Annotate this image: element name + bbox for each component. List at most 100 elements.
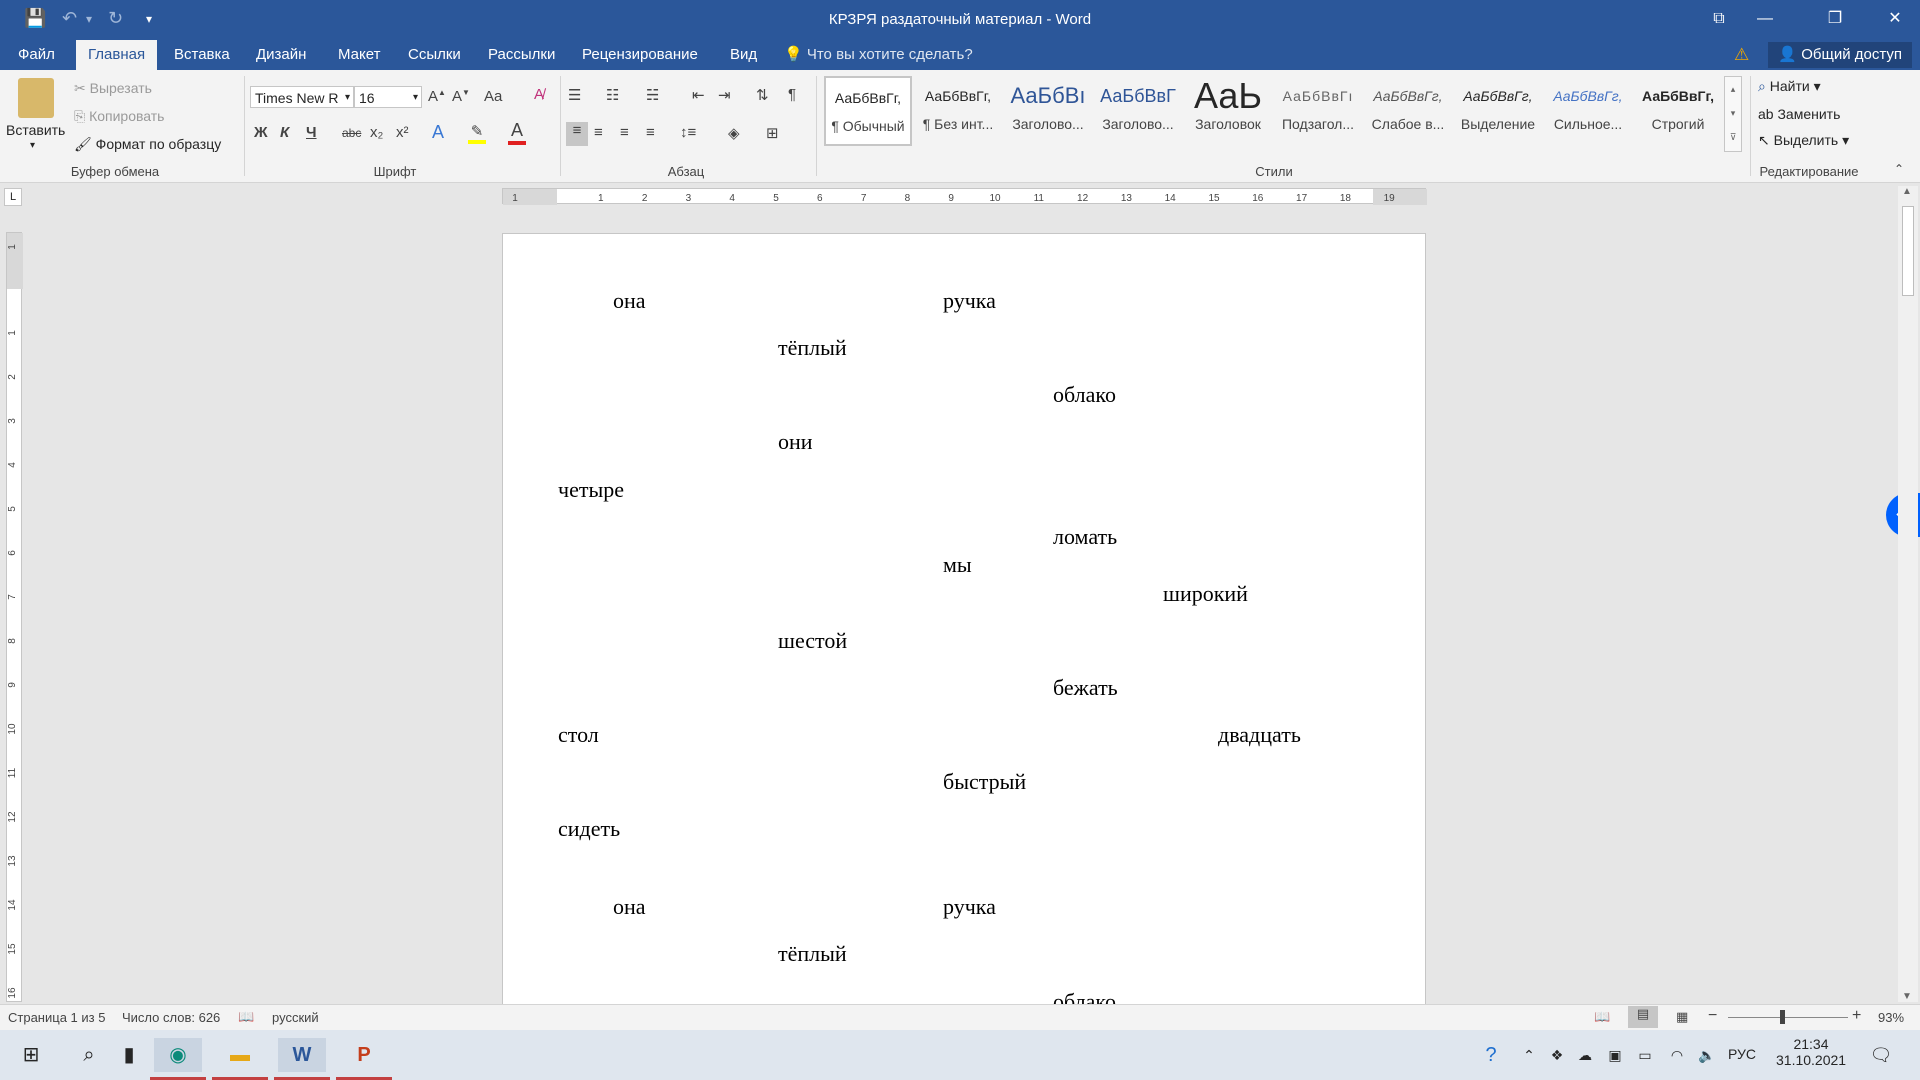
tab-design[interactable]: Дизайн [244,40,318,70]
tab-selector[interactable]: L [4,188,22,206]
scrollbar-thumb[interactable] [1902,206,1914,296]
clear-formatting-icon[interactable]: A̸ [534,86,544,103]
paste-button[interactable]: Вставить [6,122,65,138]
warning-icon[interactable]: ⚠ [1734,45,1749,65]
tab-mailings[interactable]: Рассылки [476,40,567,70]
multilevel-list-icon[interactable]: ☵ [646,86,659,104]
sort-icon[interactable]: ⇅ [756,86,769,104]
task-view-icon[interactable]: ▮ [112,1038,146,1072]
screen-icon[interactable]: ▣ [1598,1038,1632,1072]
style-subtle-emphasis[interactable]: АаБбВвГг, Слабое в... [1364,76,1452,146]
zoom-out-icon[interactable]: − [1708,1007,1717,1025]
tab-insert[interactable]: Вставка [162,40,242,70]
borders-icon[interactable]: ⊞ [766,124,779,142]
line-spacing-icon[interactable]: ↕≡ [680,124,696,141]
proofing-icon[interactable]: 📖 [238,1009,254,1025]
restore-button[interactable]: ❐ [1812,0,1858,40]
style-strong[interactable]: АаБбВвГг, Строгий [1634,76,1722,146]
font-size-box[interactable]: 16 ▾ [354,86,422,108]
battery-icon[interactable]: ▭ [1628,1038,1662,1072]
language-indicator[interactable]: русский [272,1010,319,1025]
tell-me-box[interactable]: 💡 Что вы хотите сделать? [772,40,985,70]
tab-review[interactable]: Рецензирование [570,40,710,70]
tab-references[interactable]: Ссылки [396,40,473,70]
font-name-box[interactable]: Times New R ▾ [250,86,354,108]
share-button[interactable]: 👤 Общий доступ [1768,42,1912,68]
style-normal[interactable]: АаБбВвГг, ¶ Обычный [824,76,912,146]
copy-button[interactable]: ⎘ Копировать [74,108,164,125]
word-count[interactable]: Число слов: 626 [122,1010,220,1025]
find-button[interactable]: ⌕ Найти ▾ [1758,78,1821,95]
style-emphasis[interactable]: АаБбВвГг, Выделение [1454,76,1542,146]
numbering-icon[interactable]: ☷ [606,86,619,104]
notifications-icon[interactable]: 🗨 [1864,1038,1898,1072]
help-icon[interactable]: ? [1474,1038,1508,1072]
cut-button[interactable]: ✂ Вырезать [74,80,152,97]
scroll-down-icon[interactable]: ▼ [1902,991,1912,1002]
superscript-button[interactable]: x² [396,124,409,141]
input-language[interactable]: РУС [1728,1046,1756,1062]
bullets-icon[interactable]: ☰ [568,86,581,104]
page-count[interactable]: Страница 1 из 5 [8,1010,105,1025]
collapse-ribbon-icon[interactable]: ⌃ [1894,162,1904,176]
wifi-icon[interactable]: ◠ [1660,1038,1694,1072]
subscript-button[interactable]: x₂ [370,124,383,141]
decrease-indent-icon[interactable]: ⇤ [692,86,705,104]
highlight-icon[interactable]: ✎ [468,122,486,144]
document-page[interactable]: она ручка тёплый облако они четыре ломат… [502,233,1426,1013]
tab-home[interactable]: Главная [76,40,158,70]
style-title[interactable]: АаЬ Заголовок [1184,76,1272,146]
clock[interactable]: 21:34 31.10.2021 [1776,1036,1846,1068]
italic-button[interactable]: К [280,124,289,141]
onedrive-icon[interactable]: ☁ [1568,1038,1602,1072]
style-heading1[interactable]: АаБбВı Заголово... [1004,76,1092,146]
vertical-scrollbar[interactable]: ▲ ▼ [1898,186,1918,1002]
zoom-slider[interactable] [1728,1017,1848,1018]
style-subtitle[interactable]: АаБбВвГı Подзагол... [1274,76,1362,146]
horizontal-ruler[interactable]: 1 1 2 3 4 5 6 7 8 9 10 11 12 13 14 15 16 17 18 19 [502,188,1427,205]
change-case-button[interactable]: Aa [484,88,502,105]
web-layout-icon[interactable]: ▦ [1676,1009,1688,1025]
increase-indent-icon[interactable]: ⇥ [718,86,731,104]
strikethrough-button[interactable]: abc [342,126,361,140]
zoom-slider-thumb[interactable] [1780,1010,1785,1024]
align-left-icon[interactable]: ≡ [566,122,588,146]
underline-button[interactable]: Ч [306,124,317,141]
show-marks-icon[interactable]: ¶ [788,86,796,103]
edge-icon[interactable]: ◉ [154,1038,202,1072]
tab-file[interactable]: Файл [6,40,67,70]
tab-layout[interactable]: Макет [326,40,392,70]
close-button[interactable]: ✕ [1872,0,1918,40]
align-right-icon[interactable]: ≡ [620,124,629,141]
paste-icon[interactable] [18,78,54,118]
grow-font-icon[interactable]: A▲ [428,88,446,105]
zoom-level[interactable]: 93% [1878,1010,1904,1025]
style-heading2[interactable]: АаБбВвГ Заголово... [1094,76,1182,146]
read-mode-icon[interactable]: 📖 [1594,1009,1610,1025]
bold-button[interactable]: Ж [254,124,268,141]
windows-start-icon[interactable]: ⊞ [14,1038,48,1072]
shrink-font-icon[interactable]: A▼ [452,88,470,105]
justify-icon[interactable]: ≡ [646,124,655,141]
style-intense-emphasis[interactable]: АаБбВвГг, Сильное... [1544,76,1632,146]
word-app-icon[interactable]: W [278,1038,326,1072]
scroll-up-icon[interactable]: ▲ [1902,186,1912,197]
search-icon[interactable]: ⌕ [72,1038,106,1072]
file-explorer-icon[interactable]: ▬ [216,1038,264,1072]
vertical-ruler[interactable]: 1 1 2 3 4 5 6 7 8 9 10 11 12 13 14 15 16 [6,232,23,1002]
font-color-icon[interactable]: A [508,120,526,145]
format-painter-button[interactable]: 🖌 Формат по образцу [74,136,221,153]
ribbon-display-icon[interactable]: ⧉ [1696,0,1742,40]
volume-icon[interactable]: 🔈 [1690,1038,1724,1072]
powerpoint-app-icon[interactable]: P [340,1038,388,1072]
text-effects-icon[interactable]: A [432,122,444,143]
zoom-in-icon[interactable]: + [1852,1007,1861,1025]
shading-icon[interactable]: ◈ [728,124,740,142]
minimize-button[interactable]: — [1742,0,1788,40]
tab-view[interactable]: Вид [718,40,769,70]
paste-dropdown-icon[interactable]: ▾ [30,140,35,151]
align-center-icon[interactable]: ≡ [594,124,603,141]
replace-button[interactable]: ab Заменить [1758,106,1840,122]
style-no-spacing[interactable]: АаБбВвГг, ¶ Без инт... [914,76,1002,146]
print-layout-icon[interactable]: ▤ [1628,1006,1658,1028]
